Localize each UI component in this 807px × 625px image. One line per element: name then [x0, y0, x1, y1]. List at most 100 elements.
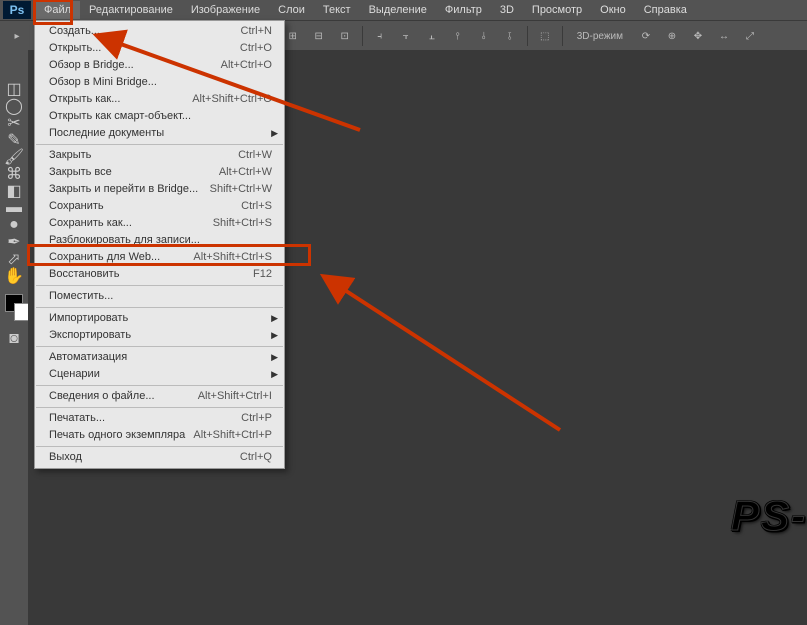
orbit-icon[interactable]: ⟳	[637, 27, 655, 45]
menu-item-поместить-[interactable]: Поместить...	[35, 288, 284, 305]
menu-item-импортировать[interactable]: Импортировать ▶	[35, 310, 284, 327]
menu-item-label: Закрыть	[49, 149, 91, 162]
menu-item-открыть-[interactable]: Открыть...Ctrl+O	[35, 40, 284, 57]
menu-item-экспортировать[interactable]: Экспортировать▶	[35, 327, 284, 344]
menu-item-печатать-[interactable]: Печатать...Ctrl+P	[35, 410, 284, 427]
menu-item-shortcut: Ctrl+Q	[240, 451, 272, 464]
quickmask-icon[interactable]: ◙	[3, 330, 25, 347]
distribute-icon[interactable]: ⊞	[284, 27, 302, 45]
align-top-icon[interactable]: ⫯	[449, 27, 467, 45]
menu-item-label: Последние документы	[49, 127, 164, 140]
menu-separator	[36, 285, 283, 286]
menu-item-label: Сохранить как...	[49, 217, 132, 230]
menu-item-shortcut: Shift+Ctrl+S	[213, 217, 272, 230]
pan-icon[interactable]: ✥	[689, 27, 707, 45]
menu-item-открыть-как-смарт-объект-[interactable]: Открыть как смарт-объект...	[35, 108, 284, 125]
pen-tool-icon[interactable]: ✒	[3, 233, 25, 250]
menu-3d[interactable]: 3D	[491, 1, 523, 19]
clone-tool-icon[interactable]: ⌘	[3, 165, 25, 182]
menu-item-shortcut: Shift+Ctrl+W	[210, 183, 272, 196]
distribute-icon-3[interactable]: ⊡	[336, 27, 354, 45]
file-menu-dropdown: Создать...Ctrl+NОткрыть...Ctrl+OОбзор в …	[34, 20, 285, 469]
menu-файл[interactable]: Файл	[35, 1, 80, 19]
path-tool-icon[interactable]: ⬀	[3, 250, 25, 267]
menu-item-закрыть[interactable]: ЗакрытьCtrl+W	[35, 147, 284, 164]
menu-item-печать-одного-экземпляра[interactable]: Печать одного экземпляра Alt+Shift+Ctrl+P	[35, 427, 284, 444]
gradient-tool-icon[interactable]: ▬	[3, 199, 25, 216]
dodge-tool-icon[interactable]: ●	[3, 216, 25, 233]
menu-item-label: Импортировать	[49, 312, 128, 325]
menu-item-shortcut: Alt+Shift+Ctrl+I	[198, 390, 272, 403]
3d-mode-label[interactable]: 3D-режим	[571, 29, 629, 44]
menu-item-открыть-как-[interactable]: Открыть как...Alt+Shift+Ctrl+O	[35, 91, 284, 108]
crop-tool-icon[interactable]: ✂	[3, 114, 25, 131]
menu-просмотр[interactable]: Просмотр	[523, 1, 591, 19]
menubar-items: ФайлРедактированиеИзображениеСлоиТекстВы…	[35, 1, 696, 19]
align-center-v-icon[interactable]: ⫰	[475, 27, 493, 45]
menu-item-label: Обзор в Bridge...	[49, 59, 134, 72]
menu-item-label: Закрыть все	[49, 166, 112, 179]
menu-item-label: Разблокировать для записи...	[49, 234, 200, 247]
menu-item-автоматизация[interactable]: Автоматизация▶	[35, 349, 284, 366]
menu-item-обзор-в-bridge-[interactable]: Обзор в Bridge...Alt+Ctrl+O	[35, 57, 284, 74]
brush-tool-icon[interactable]: 🖌	[3, 148, 25, 165]
menu-item-label: Сохранить для Web...	[49, 251, 160, 264]
align-right-icon[interactable]: ⫠	[423, 27, 441, 45]
menu-item-закрыть-и-перейти-в-bridge-[interactable]: Закрыть и перейти в Bridge... Shift+Ctrl+…	[35, 181, 284, 198]
lasso-tool-icon[interactable]: ◯	[3, 97, 25, 114]
align-left-icon[interactable]: ⫞	[371, 27, 389, 45]
roll-icon[interactable]: ⊕	[663, 27, 681, 45]
menu-фильтр[interactable]: Фильтр	[436, 1, 491, 19]
menu-item-сохранить-для-web-[interactable]: Сохранить для Web... Alt+Shift+Ctrl+S	[35, 249, 284, 266]
menu-item-label: Открыть как смарт-объект...	[49, 110, 191, 123]
menu-item-label: Восстановить	[49, 268, 119, 281]
menu-item-label: Выход	[49, 451, 82, 464]
menu-item-shortcut: Alt+Shift+Ctrl+S	[193, 251, 272, 264]
menu-item-shortcut: Alt+Shift+Ctrl+O	[192, 93, 272, 106]
menu-item-label: Печать одного экземпляра	[49, 429, 185, 442]
menu-item-обзор-в-mini-bridge-[interactable]: Обзор в Mini Bridge...	[35, 74, 284, 91]
align-center-h-icon[interactable]: ⫟	[397, 27, 415, 45]
menu-текст[interactable]: Текст	[314, 1, 360, 19]
menu-item-сценарии[interactable]: Сценарии▶	[35, 366, 284, 383]
menu-item-label: Закрыть и перейти в Bridge...	[49, 183, 198, 196]
menu-separator	[36, 446, 283, 447]
menu-item-shortcut: Ctrl+P	[241, 412, 272, 425]
3d-icon[interactable]: ⬚	[536, 27, 554, 45]
submenu-arrow-icon: ▶	[271, 312, 278, 325]
menu-item-label: Автоматизация	[49, 351, 127, 364]
hand-tool-icon[interactable]: ✋	[3, 267, 25, 284]
menu-item-восстановить[interactable]: ВосстановитьF12	[35, 266, 284, 283]
menu-справка[interactable]: Справка	[635, 1, 696, 19]
menu-item-последние-документы[interactable]: Последние документы▶	[35, 125, 284, 142]
menu-item-shortcut: Alt+Shift+Ctrl+P	[193, 429, 272, 442]
menu-item-label: Открыть...	[49, 42, 101, 55]
menu-item-создать-[interactable]: Создать...Ctrl+N	[35, 23, 284, 40]
menu-изображение[interactable]: Изображение	[182, 1, 269, 19]
foreground-color-swatch[interactable]	[5, 294, 23, 312]
eraser-tool-icon[interactable]: ◧	[3, 182, 25, 199]
menu-редактирование[interactable]: Редактирование	[80, 1, 182, 19]
menu-item-разблокировать-для-записи-[interactable]: Разблокировать для записи...	[35, 232, 284, 249]
menu-item-сохранить[interactable]: СохранитьCtrl+S	[35, 198, 284, 215]
menu-item-выход[interactable]: Выход Ctrl+Q	[35, 449, 284, 466]
menu-выделение[interactable]: Выделение	[360, 1, 436, 19]
menu-слои[interactable]: Слои	[269, 1, 314, 19]
menu-item-label: Сведения о файле...	[49, 390, 155, 403]
menu-item-сведения-о-файле-[interactable]: Сведения о файле... Alt+Shift+Ctrl+I	[35, 388, 284, 405]
menubar: Ps ФайлРедактированиеИзображениеСлоиТекс…	[0, 0, 807, 20]
menu-item-закрыть-все[interactable]: Закрыть все Alt+Ctrl+W	[35, 164, 284, 181]
menu-окно[interactable]: Окно	[591, 1, 635, 19]
distribute-icon-2[interactable]: ⊟	[310, 27, 328, 45]
menu-item-label: Сценарии	[49, 368, 100, 381]
align-bottom-icon[interactable]: ⫱	[501, 27, 519, 45]
move-tool-preset-icon[interactable]: ▸	[8, 27, 26, 45]
menu-item-label: Поместить...	[49, 290, 113, 303]
slide-icon[interactable]: ↔	[715, 27, 733, 45]
menu-item-сохранить-как-[interactable]: Сохранить как... Shift+Ctrl+S	[35, 215, 284, 232]
scale-icon[interactable]: ⤢	[741, 27, 759, 45]
menu-item-shortcut: Alt+Ctrl+W	[219, 166, 272, 179]
marquee-tool-icon[interactable]: ◫	[3, 80, 25, 97]
menu-item-label: Экспортировать	[49, 329, 131, 342]
eyedropper-tool-icon[interactable]: ✎	[3, 131, 25, 148]
